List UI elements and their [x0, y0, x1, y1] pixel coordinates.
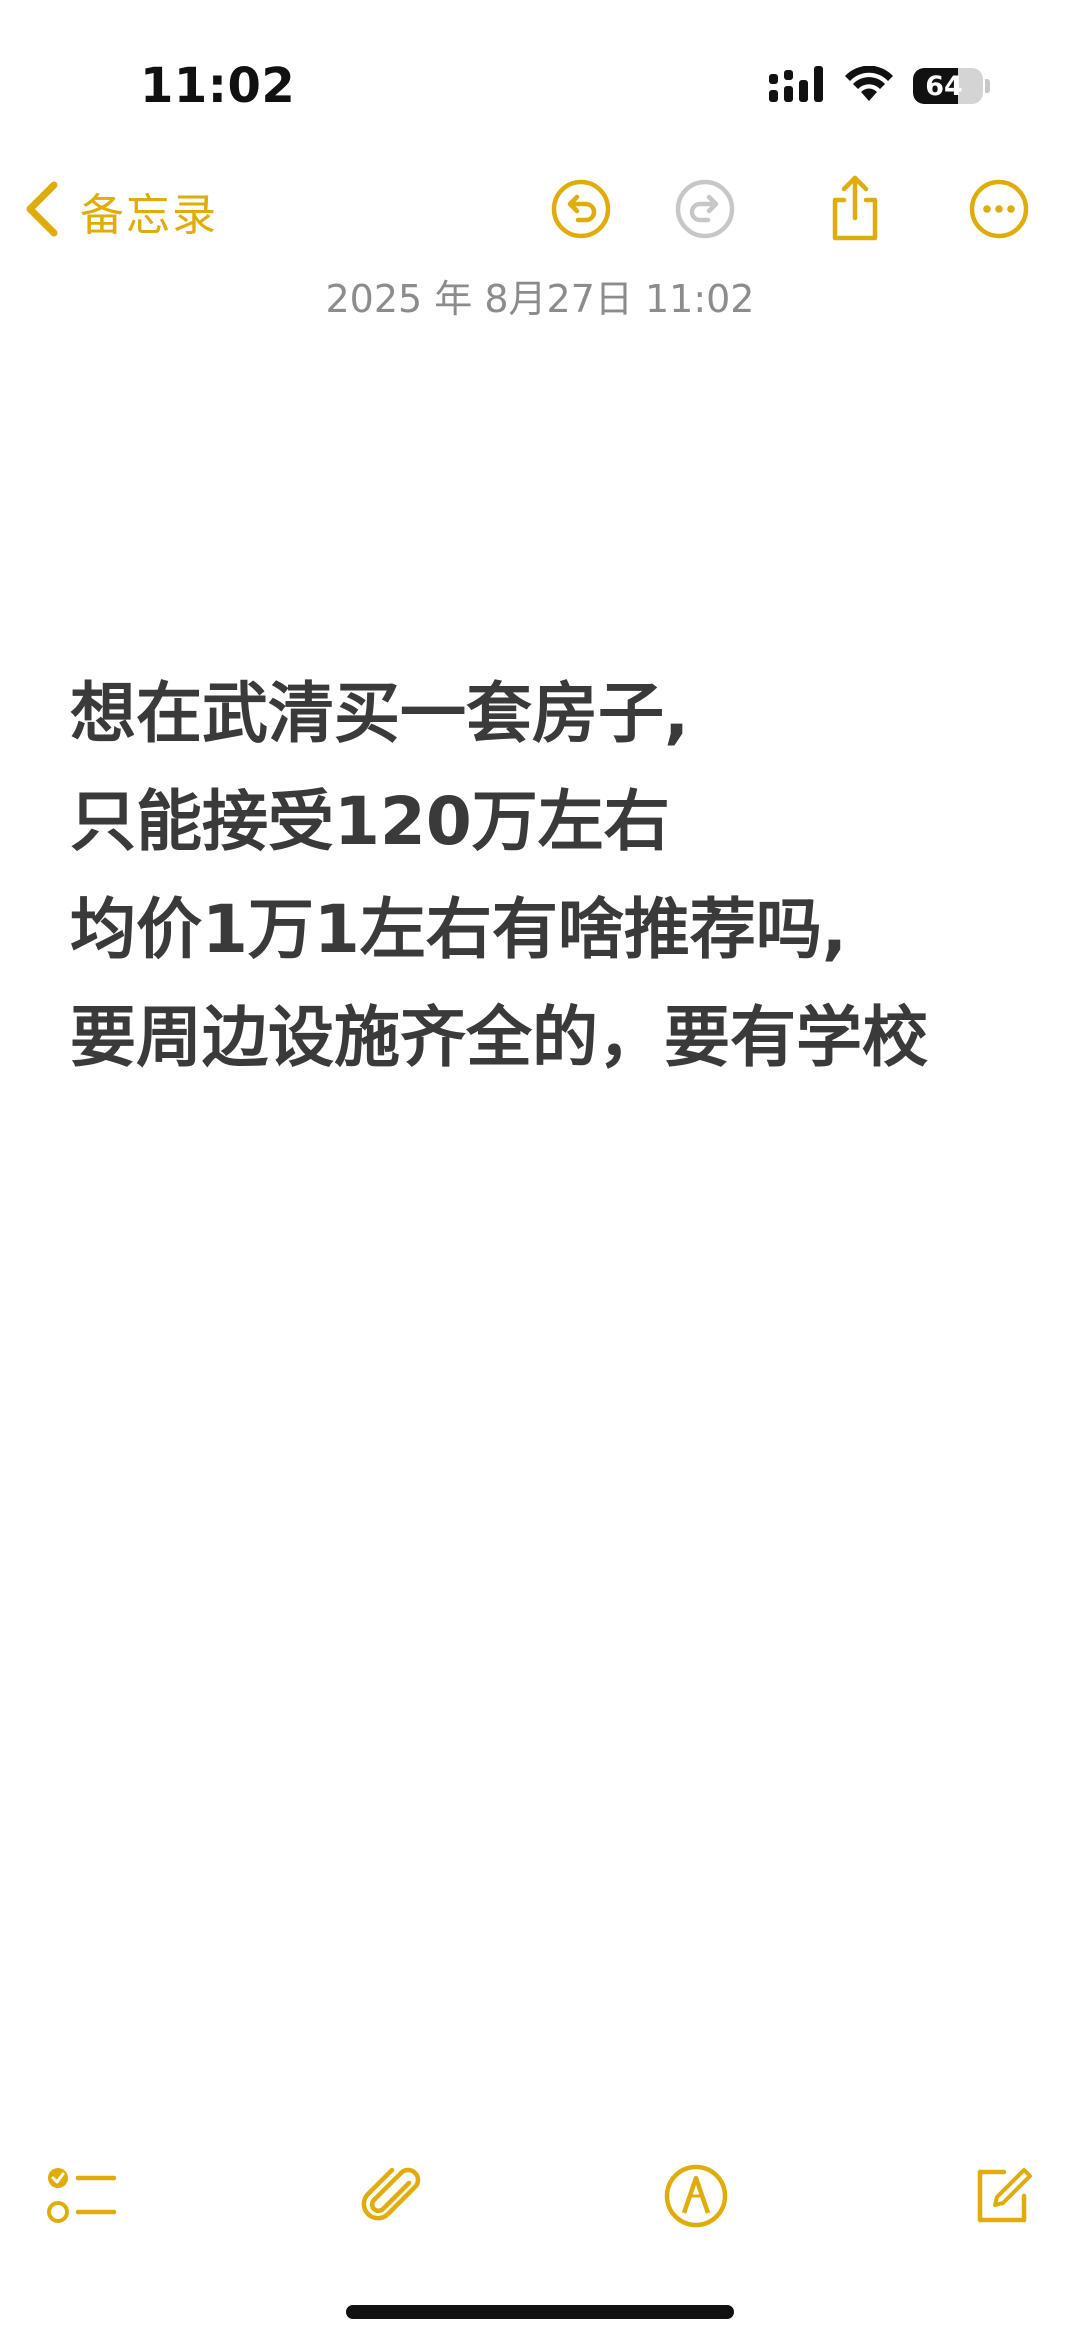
checklist-icon — [46, 2164, 118, 2232]
note-date: 2025 年 8月27日 11:02 — [325, 277, 755, 321]
chevron-left-icon — [22, 179, 62, 243]
more-icon — [968, 178, 1030, 244]
more-button[interactable] — [966, 178, 1032, 244]
status-icons: 64 — [769, 64, 990, 108]
attach-button[interactable] — [354, 2160, 430, 2236]
battery-icon: 64 — [913, 68, 983, 104]
redo-button[interactable] — [672, 178, 738, 244]
note-body[interactable]: 想在武清买一套房子, 只能接受120万左右 均价1万1左右有啥推荐吗, 要周边设… — [70, 660, 1030, 1092]
note-line: 均价1万1左右有啥推荐吗, — [70, 891, 847, 968]
home-indicator[interactable] — [346, 2305, 734, 2319]
undo-icon — [550, 178, 612, 244]
markup-button[interactable] — [658, 2160, 734, 2236]
status-time: 11:02 — [140, 58, 296, 114]
battery-percent: 64 — [925, 70, 963, 102]
redo-icon — [674, 178, 736, 244]
paperclip-icon — [357, 2161, 427, 2235]
share-button[interactable] — [822, 175, 888, 244]
checklist-button[interactable] — [44, 2160, 120, 2236]
back-button[interactable]: 备忘录 — [22, 178, 218, 244]
wifi-icon — [845, 65, 893, 106]
undo-button[interactable] — [548, 178, 614, 244]
note-line: 想在武清买一套房子, — [70, 675, 690, 752]
back-label: 备忘录 — [80, 190, 218, 241]
compose-button[interactable] — [964, 2160, 1040, 2236]
notes-screen: 11:02 64 备忘录 2025 年 8月27日 11:02 想在武清买一套房… — [0, 0, 1080, 2348]
note-line: 只能接受120万左右 — [70, 783, 670, 860]
cellular-signal-icon — [769, 66, 825, 106]
battery-tip — [985, 79, 990, 93]
compose-icon — [970, 2164, 1034, 2232]
markup-pen-icon — [663, 2163, 729, 2233]
share-icon — [825, 174, 885, 248]
note-line: 要周边设施齐全的，要有学校 — [70, 999, 928, 1076]
